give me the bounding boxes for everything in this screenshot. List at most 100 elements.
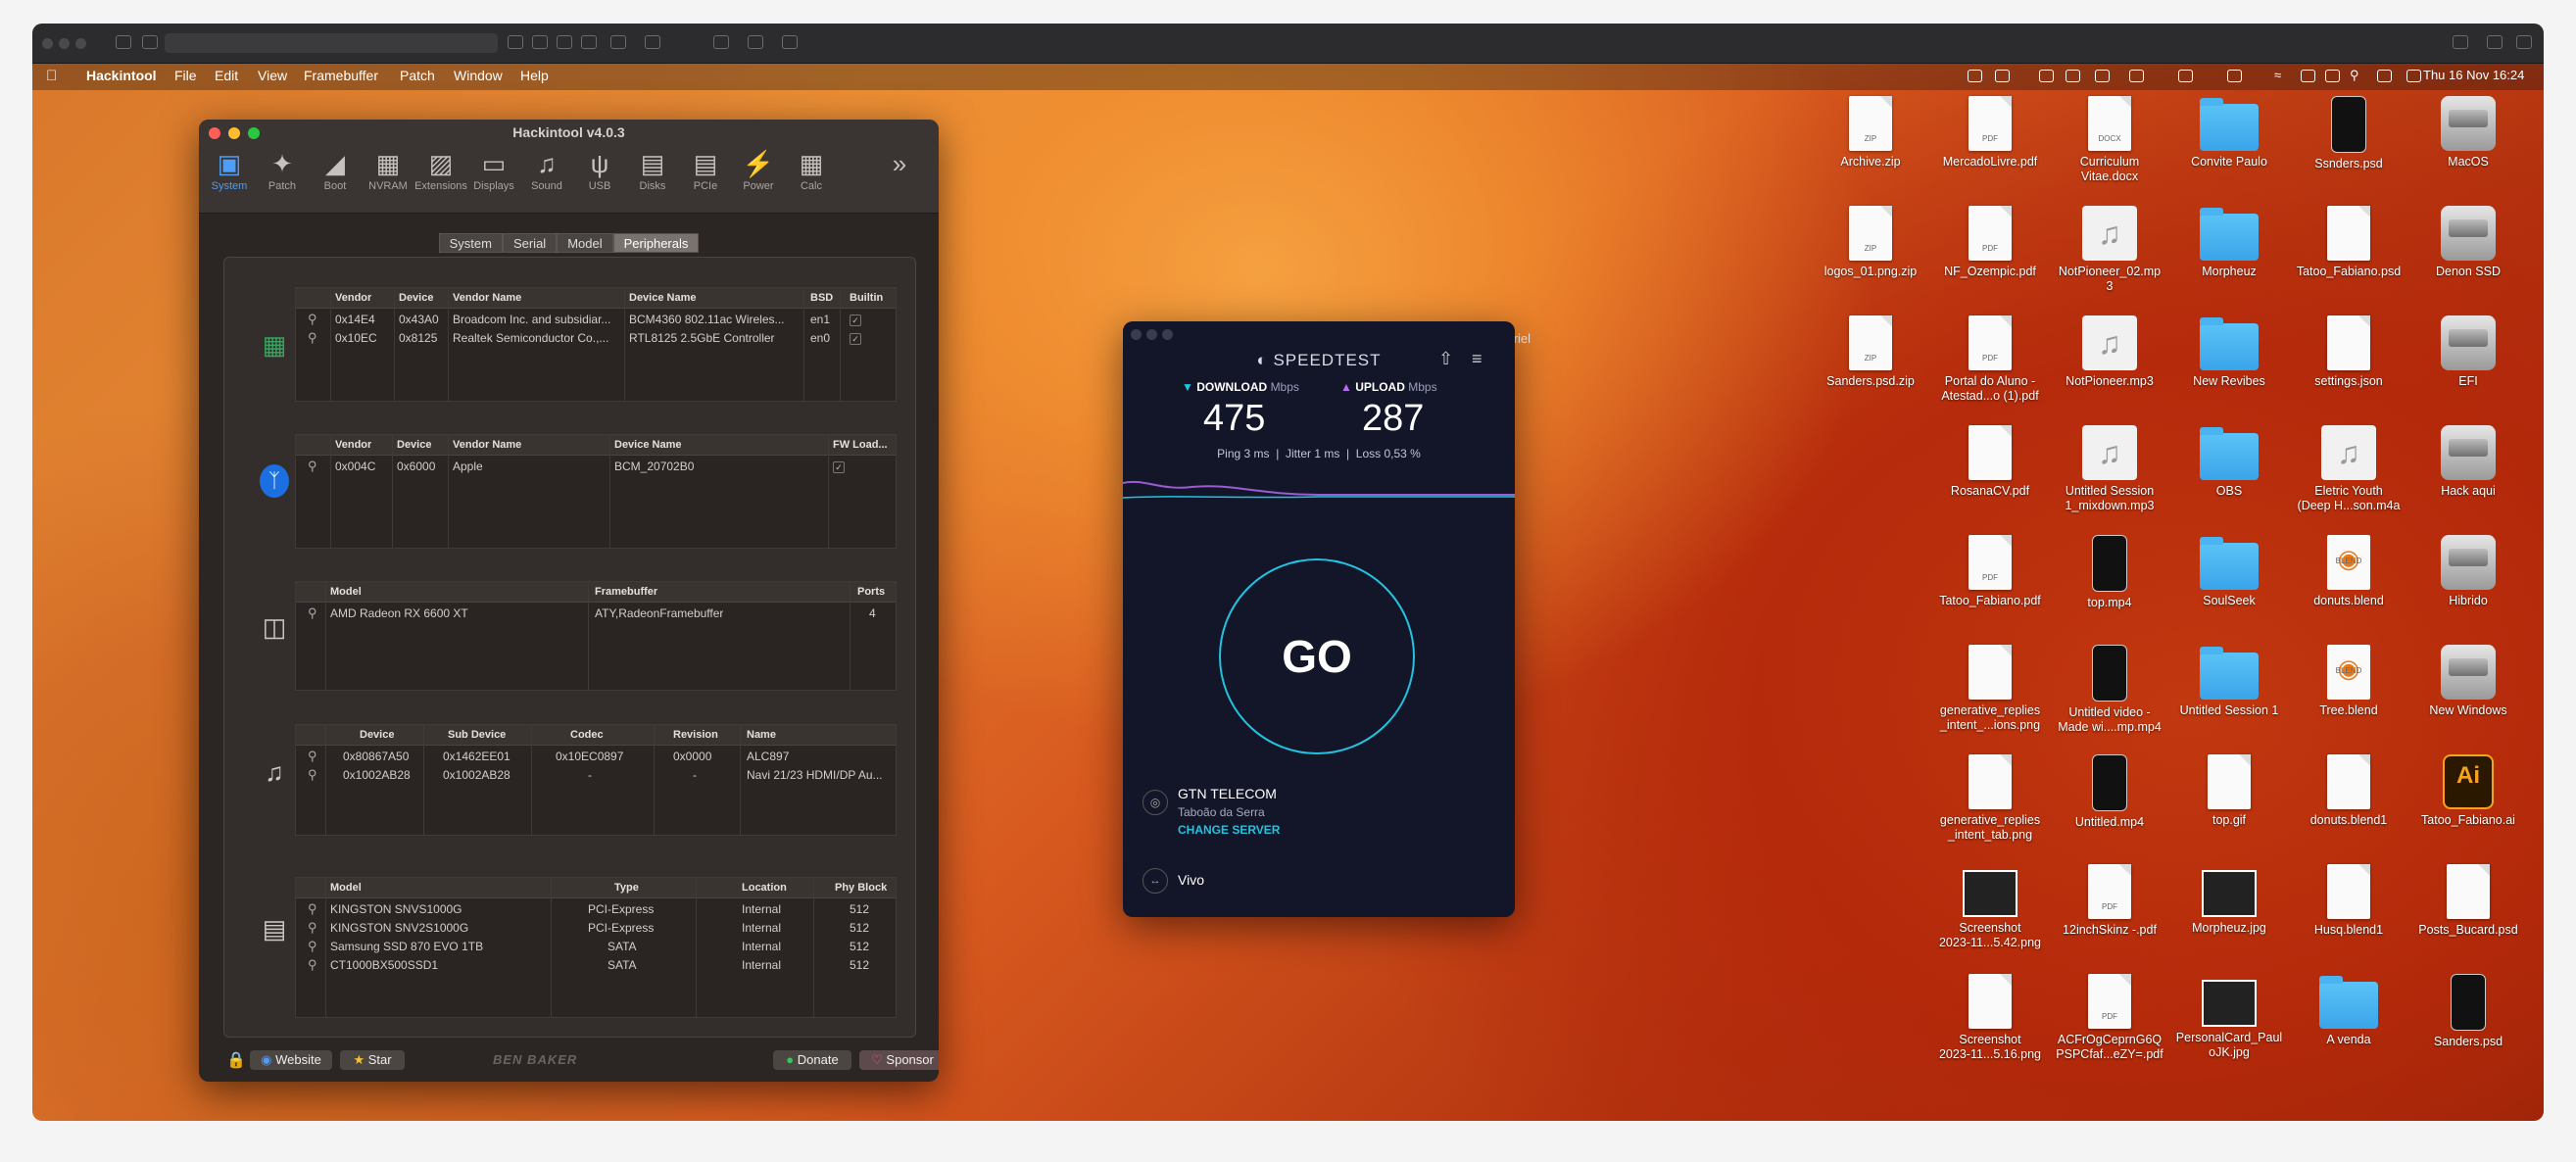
desktop-icon[interactable]: ♫ NotPioneer_02.mp 3 — [2051, 206, 2168, 294]
desktop-icon[interactable]: Morpheuz — [2170, 206, 2288, 279]
menubar-clock[interactable]: Thu 16 Nov 16:24 — [2423, 68, 2524, 82]
tab-overview-icon[interactable] — [142, 35, 158, 49]
desktop-icon[interactable]: Convite Paulo — [2170, 96, 2288, 169]
desktop-icon[interactable]: ZIP Archive.zip — [1812, 96, 1929, 169]
search-icon[interactable]: ⚲ — [308, 901, 317, 917]
search-icon[interactable]: ⚲ — [308, 957, 317, 973]
shield-icon[interactable] — [748, 35, 763, 49]
toolbar-displays[interactable]: ▭ Displays — [466, 147, 521, 192]
toolbar-disks[interactable]: ▤ Disks — [625, 147, 680, 192]
tab-serial[interactable]: Serial — [502, 233, 558, 253]
status-icon[interactable] — [2039, 70, 2054, 82]
desktop-icon[interactable]: PDF Portal do Aluno - Atestad...o (1).pdf — [1931, 315, 2049, 404]
desktop-icon[interactable]: Tatoo_Fabiano.psd — [2290, 206, 2407, 279]
desktop-icon[interactable]: PDF 12inchSkinz -.pdf — [2051, 864, 2168, 938]
desktop-icon[interactable]: Hibrido — [2409, 535, 2527, 608]
column-header[interactable]: Vendor — [335, 292, 371, 304]
website-button[interactable]: ◉ Website — [250, 1050, 332, 1070]
desktop-icon[interactable]: PersonalCard_Paul oJK.jpg — [2170, 974, 2288, 1060]
toolbar-calc[interactable]: ▦ Calc — [784, 147, 839, 192]
desktop-icon[interactable]: Hack aqui — [2409, 425, 2527, 499]
settings-icon[interactable]: ≡ — [1472, 349, 1482, 369]
toolbar-nvram[interactable]: ▦ NVRAM — [361, 147, 415, 192]
search-icon[interactable]: ⚲ — [2350, 68, 2359, 83]
sidebar-icon[interactable] — [116, 35, 131, 49]
desktop-icon[interactable]: Morpheuz.jpg — [2170, 864, 2288, 936]
sponsor-button[interactable]: ♡ Sponsor — [859, 1050, 939, 1070]
menu-help[interactable]: Help — [520, 68, 549, 83]
fw-load-checkbox[interactable]: ✓ — [833, 461, 845, 473]
address-bar[interactable] — [165, 33, 498, 53]
column-header[interactable]: Device — [397, 439, 431, 451]
menu-window[interactable]: Window — [454, 68, 503, 83]
desktop-icon[interactable]: Untitled.mp4 — [2051, 754, 2168, 830]
desktop-icon[interactable]: PDF MercadoLivre.pdf — [1931, 96, 2049, 169]
search-icon[interactable]: ⚲ — [308, 312, 317, 327]
menu-patch[interactable]: Patch — [400, 68, 435, 83]
column-header[interactable]: Vendor — [335, 439, 371, 451]
zoom-dot[interactable] — [1162, 329, 1173, 340]
toolbar-patch[interactable]: ✦ Patch — [255, 147, 310, 192]
ram-meter-icon[interactable] — [2227, 70, 2242, 82]
search-icon[interactable]: ⚲ — [308, 330, 317, 346]
toolbar-more[interactable]: » — [885, 147, 914, 180]
desktop-icon[interactable]: Husq.blend1 — [2290, 864, 2407, 938]
siri-icon[interactable] — [2406, 70, 2421, 82]
desktop-icon[interactable]: ZIP Sanders.psd.zip — [1812, 315, 1929, 389]
minimize-dot[interactable] — [1146, 329, 1157, 340]
tab-system[interactable]: System — [438, 233, 503, 253]
search-icon[interactable]: ⚲ — [308, 749, 317, 764]
tab-model[interactable]: Model — [557, 233, 613, 253]
cpu-meter-icon[interactable] — [2178, 70, 2193, 82]
toolbar-sound[interactable]: ♫ Sound — [519, 147, 574, 192]
monitor-icon[interactable] — [782, 35, 798, 49]
change-server-link[interactable]: CHANGE SERVER — [1178, 823, 1280, 837]
column-header[interactable]: BSD — [810, 292, 833, 304]
column-header[interactable]: Phy Block — [835, 882, 887, 894]
close-dot[interactable] — [1131, 329, 1142, 340]
camera-icon[interactable] — [2066, 70, 2080, 82]
column-header[interactable]: Framebuffer — [595, 586, 657, 598]
lock-icon[interactable]: 🔒 — [226, 1050, 246, 1070]
builtin-checkbox[interactable]: ✓ — [850, 315, 861, 326]
desktop-icon[interactable]: EFI — [2409, 315, 2527, 389]
desktop-icon[interactable]: Sanders.psd — [2409, 974, 2527, 1049]
status-icon[interactable] — [1968, 70, 1982, 82]
add-tab-icon[interactable] — [2487, 35, 2503, 49]
search-icon[interactable]: ⚲ — [308, 605, 317, 621]
apple-icon[interactable]:  — [46, 68, 57, 84]
column-header[interactable]: Vendor Name — [453, 439, 521, 451]
control-center-icon[interactable] — [2377, 70, 2392, 82]
desktop-icon[interactable]: Ai Tatoo_Fabiano.ai — [2409, 754, 2527, 828]
column-header[interactable]: Sub Device — [448, 729, 506, 741]
desktop-icon[interactable]: donuts.blend1 — [2290, 754, 2407, 828]
column-header[interactable]: Device — [399, 292, 433, 304]
menu-view[interactable]: View — [258, 68, 287, 83]
desktop-icon[interactable]: A venda — [2290, 974, 2407, 1047]
column-header[interactable]: Device Name — [614, 439, 682, 451]
desktop-icon[interactable]: Ssnders.psd — [2290, 96, 2407, 171]
desktop-icon[interactable]: ♫ NotPioneer.mp3 — [2051, 315, 2168, 389]
toolbar-usb[interactable]: ψ USB — [572, 147, 627, 192]
search-icon[interactable]: ⚲ — [308, 920, 317, 936]
column-header[interactable]: Codec — [570, 729, 604, 741]
desktop-icon[interactable]: generative_replies _intent_tab.png — [1931, 754, 2049, 843]
desktop-icon[interactable]: top.mp4 — [2051, 535, 2168, 610]
wifi-icon[interactable]: ≈ — [2274, 68, 2281, 82]
gpu-meter-icon[interactable] — [2129, 70, 2144, 82]
desktop-icon[interactable]: PDF ACFrOgCeprnG6Q PSPCfaf...eZY=.pdf — [2051, 974, 2168, 1062]
tab-peripherals[interactable]: Peripherals — [612, 233, 700, 253]
display-icon[interactable] — [713, 35, 729, 49]
toolbar-boot[interactable]: ◢ Boot — [308, 147, 363, 192]
tab-icon[interactable] — [532, 35, 548, 49]
share-icon[interactable]: ⇧ — [1438, 349, 1453, 369]
tab-icon[interactable] — [581, 35, 597, 49]
column-header[interactable]: Revision — [673, 729, 718, 741]
desktop-icon[interactable]: New Revibes — [2170, 315, 2288, 389]
control-icon[interactable] — [2301, 70, 2315, 82]
search-icon[interactable]: ⚲ — [308, 459, 317, 474]
toolbar-pcie[interactable]: ▤ PCIe — [678, 147, 733, 192]
tab-icon[interactable] — [557, 35, 572, 49]
column-header[interactable]: Location — [742, 882, 787, 894]
builtin-checkbox[interactable]: ✓ — [850, 333, 861, 345]
